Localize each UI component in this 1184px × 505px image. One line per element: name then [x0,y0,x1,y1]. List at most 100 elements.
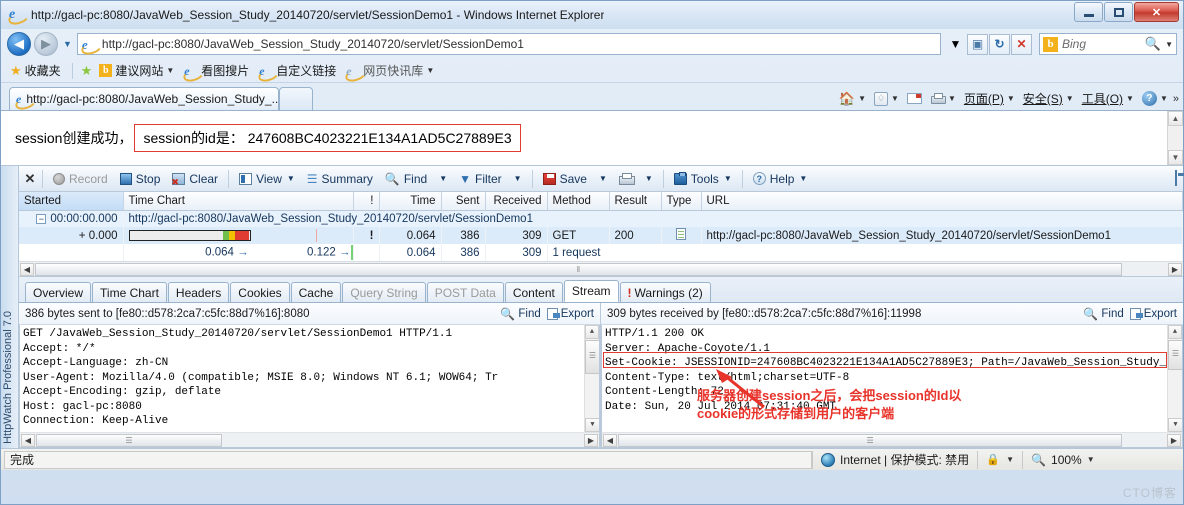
favorites-item-suggested-sites[interactable]: b 建议网站 ▼ [96,62,177,79]
chevron-down-icon[interactable]: ▼ [426,66,434,75]
tab-content[interactable]: Content [504,282,563,302]
favorites-center-button[interactable]: ★ 收藏夹 [7,62,64,79]
scroll-right-icon[interactable]: ▶ [584,433,598,447]
scroll-track[interactable]: ☰ [618,433,1166,447]
chevron-down-icon[interactable]: ▼ [798,174,807,183]
print-button[interactable]: ▼ [927,92,959,106]
chevron-down-icon[interactable]: ▼ [858,94,866,103]
column-header-started[interactable]: Started [19,192,124,211]
address-input[interactable]: e http://gacl-pc:8080/JavaWeb_Session_St… [76,33,941,55]
response-vertical-scrollbar[interactable]: ▲ ☰ ▼ [1167,325,1182,432]
page-vertical-scrollbar[interactable]: ▲ ▼ [1167,111,1183,165]
chevron-down-icon[interactable]: ▼ [1006,455,1014,464]
chevron-down-icon[interactable]: ▼ [591,174,607,183]
search-icon[interactable]: 🔍 [1145,36,1161,52]
command-bar-overflow-icon[interactable]: » [1173,93,1179,105]
scroll-left-icon[interactable]: ◀ [21,433,35,447]
search-input[interactable]: Bing [1062,37,1141,51]
scroll-track[interactable]: ☰ [36,433,583,447]
scroll-left-icon[interactable]: ◀ [20,262,34,276]
request-find-button[interactable]: 🔍 Find [500,307,540,321]
tab-query-string[interactable]: Query String [342,282,426,302]
compatibility-view-icon[interactable]: ▣ [967,33,988,55]
search-box[interactable]: b Bing 🔍 ▼ [1039,33,1177,55]
home-button[interactable]: 🏠 ▼ [836,90,869,108]
request-horizontal-scrollbar[interactable]: ◀ ☰ ▶ [19,432,600,448]
column-header-received[interactable]: Received [485,192,548,211]
tab-cache[interactable]: Cache [290,282,342,302]
undock-button[interactable] [1175,170,1177,186]
stop-button[interactable]: Stop [115,170,166,188]
scroll-right-icon[interactable]: ▶ [1168,262,1182,276]
summary-button[interactable]: ☰ Summary [302,170,378,188]
address-history-dropdown-icon[interactable]: ▼ [945,34,966,55]
chevron-down-icon[interactable]: ▼ [1160,94,1168,103]
column-header-sent[interactable]: Sent [441,192,486,211]
request-export-button[interactable]: Export [546,307,594,320]
tab-warnings[interactable]: ! Warnings (2) [619,282,711,302]
zoom-control[interactable]: 🔍 100% ▼ [1022,450,1103,469]
column-header-time[interactable]: Time [379,192,442,211]
chevron-down-icon[interactable]: ▼ [1007,94,1015,103]
search-provider-caret-icon[interactable]: ▼ [1165,40,1173,49]
response-horizontal-scrollbar[interactable]: ◀ ☰ ▶ [601,432,1183,448]
favorites-item-custom-links[interactable]: e 自定义链接 [256,62,339,79]
browser-tab-sessiondemo1[interactable]: e http://gacl-pc:8080/JavaWeb_Session_St… [9,87,279,110]
refresh-icon[interactable]: ↻ [989,33,1010,55]
chevron-down-icon[interactable]: ▼ [431,174,447,183]
tools-button[interactable]: Tools ▼ [669,170,737,188]
recent-pages-dropdown-icon[interactable]: ▼ [61,39,74,49]
new-tab-button[interactable] [279,87,313,110]
tab-overview[interactable]: Overview [25,282,92,302]
column-header-result[interactable]: Result [609,192,662,211]
column-header-method[interactable]: Method [547,192,610,211]
safety-menu-button[interactable]: 安全(S) ▼ [1020,89,1077,108]
filter-button[interactable]: ▼ Filter ▼ [454,170,526,188]
scroll-down-icon[interactable]: ▼ [1168,150,1183,165]
chevron-down-icon[interactable]: ▼ [286,174,295,183]
read-mail-button[interactable] [904,92,925,105]
security-zone[interactable]: Internet | 保护模式: 禁用 [812,450,977,469]
tab-stream[interactable]: Stream [563,280,619,302]
tab-cookies[interactable]: Cookies [230,282,290,302]
help-menu-button[interactable]: ? ▼ [1139,90,1171,107]
scroll-thumb[interactable]: ☰ [585,340,599,374]
request-stream-body[interactable]: GET /JavaWeb_Session_Study_20140720/serv… [19,325,600,432]
request-vertical-scrollbar[interactable]: ▲ ☰ ▼ [584,325,599,432]
column-header-type[interactable]: Type [661,192,702,211]
print-button[interactable]: ▼ [614,171,658,186]
feeds-button[interactable]: ♢ ▼ [871,91,902,107]
column-header-warning[interactable]: ! [353,192,380,211]
chevron-down-icon[interactable]: ▼ [506,174,522,183]
collapse-icon[interactable]: − [36,213,47,224]
add-to-favorites-bar-icon[interactable]: ★ [81,63,93,79]
find-button[interactable]: 🔍 Find ▼ [380,170,452,188]
grid-horizontal-scrollbar[interactable]: ◀ ‖ ▶ [19,261,1183,276]
chevron-down-icon[interactable]: ▼ [1126,94,1134,103]
favorites-item-image-search[interactable]: e 看图搜片 [181,62,252,79]
scroll-thumb[interactable]: ☰ [36,433,222,447]
scroll-down-icon[interactable]: ▼ [1168,418,1182,432]
clear-button[interactable]: Clear [167,170,223,188]
privacy-report[interactable]: 🔒 ▼ [977,450,1022,469]
close-button[interactable]: ✕ [1134,2,1179,22]
chevron-down-icon[interactable]: ▼ [1066,94,1074,103]
stop-icon[interactable]: ✕ [1011,33,1032,55]
column-header-url[interactable]: URL [701,192,1183,211]
tab-post-data[interactable]: POST Data [426,282,504,302]
chevron-down-icon[interactable]: ▼ [1087,455,1095,464]
scroll-up-icon[interactable]: ▲ [585,325,599,339]
maximize-button[interactable] [1104,2,1133,22]
scroll-right-icon[interactable]: ▶ [1167,433,1181,447]
scroll-left-icon[interactable]: ◀ [603,433,617,447]
httpwatch-close-icon[interactable]: ✕ [23,171,37,187]
chevron-down-icon[interactable]: ▼ [723,174,732,183]
tools-menu-button[interactable]: 工具(O) ▼ [1079,89,1137,108]
minimize-button[interactable] [1074,2,1103,22]
help-button[interactable]: ? Help ▼ [748,170,813,188]
favorites-item-web-feed-library[interactable]: e 网页快讯库 ▼ [343,62,437,79]
chevron-down-icon[interactable]: ▼ [891,94,899,103]
table-row[interactable]: + 0.000 ! 0.064 386 309 GET 200 http://g… [19,227,1183,244]
scroll-down-icon[interactable]: ▼ [585,418,599,432]
view-button[interactable]: View ▼ [234,170,300,188]
